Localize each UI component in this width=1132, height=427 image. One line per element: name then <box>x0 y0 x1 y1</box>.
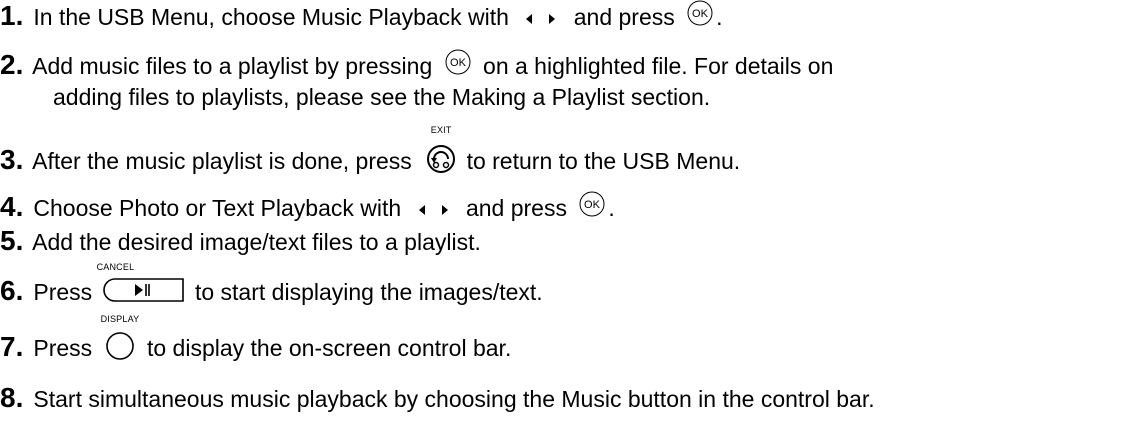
step-text: Add the desired image/text files to a pl… <box>32 229 481 255</box>
step-text: In the USB Menu, choose Music Playback w… <box>33 4 509 30</box>
step-text: and press <box>465 195 567 221</box>
step-7: 7. Press DISPLAY to display the on-scree… <box>0 314 512 365</box>
cancel-label: CANCEL <box>96 261 135 272</box>
left-right-arrows-icon <box>414 200 454 220</box>
step-text: to return to the USB Menu. <box>466 148 741 174</box>
step-text: on a highlighted file. For details on <box>483 53 834 79</box>
ok-label: OK <box>450 57 467 69</box>
step-2: 2. Add music files to a playlist by pres… <box>0 49 834 81</box>
step-number: 2. <box>0 49 24 80</box>
step-text: Add music files to a playlist by pressin… <box>32 53 433 79</box>
left-right-arrows-icon <box>521 9 561 29</box>
step-1: 1. In the USB Menu, choose Music Playbac… <box>0 0 723 32</box>
step-text: Press <box>33 279 93 305</box>
step-number: 4. <box>0 191 24 222</box>
step-4: 4. Choose Photo or Text Playback with an… <box>0 191 615 223</box>
step-number: 3. <box>0 144 24 175</box>
ok-button-icon: OK <box>685 0 715 26</box>
step-number: 7. <box>0 331 24 362</box>
step-text: to start displaying the images/text. <box>194 279 543 305</box>
step-text: After the music playlist is done, press <box>32 148 412 174</box>
exit-label: EXIT <box>430 124 452 135</box>
exit-button-icon: EXIT <box>424 125 458 174</box>
step-number: 1. <box>0 0 24 31</box>
step-5: 5. Add the desired image/text files to a… <box>0 227 481 256</box>
ok-label: OK <box>584 199 601 211</box>
step-2-continuation: adding files to playlists, please see th… <box>53 84 711 110</box>
ok-button-icon: OK <box>577 191 607 217</box>
display-label: DISPLAY <box>100 313 140 324</box>
step-8: 8. Start simultaneous music playback by … <box>0 384 875 413</box>
display-button-icon: DISPLAY <box>101 314 139 361</box>
step-number: 8. <box>0 382 24 413</box>
ok-label: OK <box>692 8 709 20</box>
play-pause-button-icon: CANCEL <box>97 262 185 303</box>
step-text-end: . <box>608 195 615 221</box>
step-text: to display the on-screen control bar. <box>146 335 512 361</box>
step-text-end: . <box>716 4 723 30</box>
step-text: Press <box>33 335 93 361</box>
step-3: 3. After the music playlist is done, pre… <box>0 125 741 178</box>
step-text: Choose Photo or Text Playback with <box>33 195 402 221</box>
step-number: 6. <box>0 275 24 306</box>
step-text: Start simultaneous music playback by cho… <box>33 386 875 412</box>
step-6: 6. Press CANCEL to start displaying the … <box>0 262 543 307</box>
step-text: and press <box>573 4 675 30</box>
ok-button-icon: OK <box>443 49 473 75</box>
step-number: 5. <box>0 225 24 256</box>
